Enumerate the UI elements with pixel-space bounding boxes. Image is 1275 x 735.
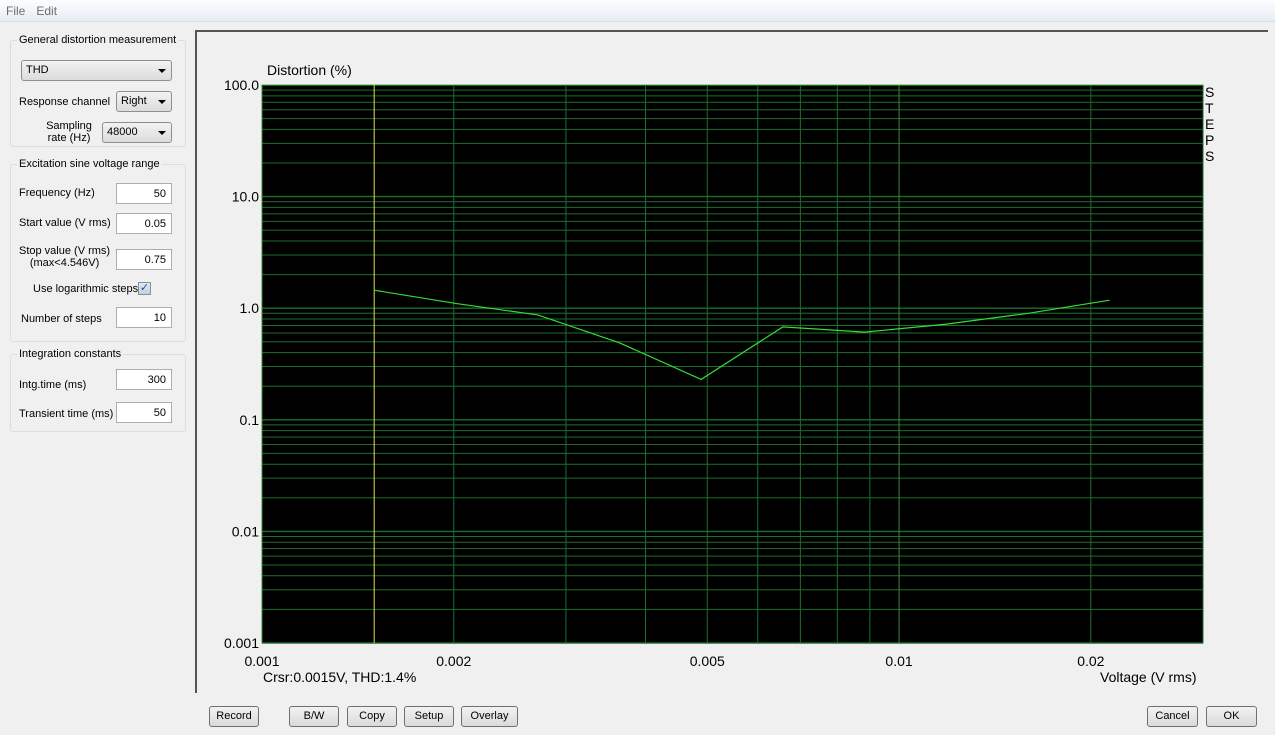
distortion-chart[interactable]: 100.0 10.0 1.0 0.1 0.01 0.001 0.001 0.002 0.005 0…: [0, 0, 1275, 735]
y-tick-label: 10.0: [232, 189, 259, 205]
plot-area: [261, 84, 1204, 644]
setup-button[interactable]: Setup: [404, 706, 454, 727]
y-tick-label: 0.001: [224, 635, 259, 651]
x-axis-label: Voltage (V rms): [1100, 669, 1197, 685]
x-tick-label: 0.002: [436, 653, 471, 669]
x-tick-label: 0.005: [690, 653, 725, 669]
y-axis-label: Distortion (%): [267, 62, 352, 78]
copy-button[interactable]: Copy: [347, 706, 397, 727]
ok-button[interactable]: OK: [1206, 706, 1257, 727]
x-tick-label: 0.01: [885, 653, 912, 669]
bw-button[interactable]: B/W: [289, 706, 339, 727]
y-tick-label: 0.1: [240, 412, 260, 428]
y-tick-label: 1.0: [240, 300, 260, 316]
cancel-button[interactable]: Cancel: [1147, 706, 1198, 727]
record-button[interactable]: Record: [209, 706, 259, 727]
y-tick-label: 100.0: [224, 77, 259, 93]
y-tick-label: 0.01: [232, 523, 259, 539]
cursor-readout: Crsr:0.0015V, THD:1.4%: [263, 669, 417, 685]
overlay-button[interactable]: Overlay: [461, 706, 518, 727]
x-tick-label: 0.02: [1077, 653, 1104, 669]
x-tick-label: 0.001: [244, 653, 279, 669]
steps-side-label: STEPS: [1205, 84, 1215, 164]
